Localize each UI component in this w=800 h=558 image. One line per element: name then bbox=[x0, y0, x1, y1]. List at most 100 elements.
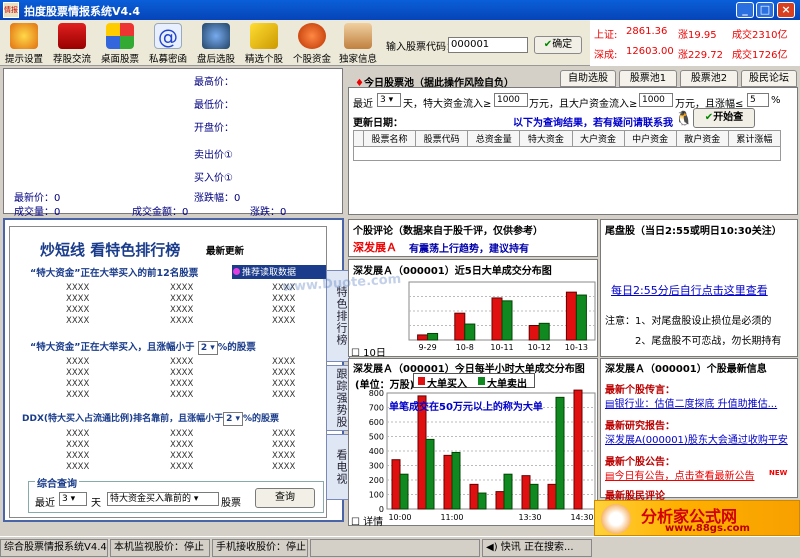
stock-cell[interactable]: XXXX bbox=[170, 429, 193, 439]
stock-cell[interactable]: XXXX bbox=[66, 429, 89, 439]
stock-cell[interactable]: XXXX bbox=[170, 379, 193, 389]
stock-cell[interactable]: XXXX bbox=[272, 462, 295, 472]
stock-cell[interactable]: XXXX bbox=[66, 440, 89, 450]
tail-title: 尾盘股（当日2:55或明日10:30关注） bbox=[605, 226, 782, 237]
private-letter-button[interactable]: @ 私募密函 bbox=[146, 22, 190, 65]
tab-forum[interactable]: 股民论坛 bbox=[741, 70, 797, 87]
stock-cell[interactable]: XXXX bbox=[66, 357, 89, 367]
open-price-label: 开盘价： bbox=[194, 123, 234, 134]
stock-cell[interactable]: XXXX bbox=[170, 316, 193, 326]
stock-cell[interactable]: XXXX bbox=[170, 462, 193, 472]
pool-column-header[interactable]: 特大资金 bbox=[519, 130, 573, 147]
chart2-buy-bar bbox=[573, 389, 583, 510]
query-box: 综合查询 最近 3 ▾ 天 特大资金买入靠前的 ▾ 股票 查询 bbox=[28, 475, 324, 513]
stock-cell[interactable]: XXXX bbox=[272, 451, 295, 461]
pool-value3-input[interactable]: 5 bbox=[747, 93, 769, 107]
select-stock-button[interactable]: 精选个股 bbox=[242, 22, 286, 65]
chart1-sell-bar bbox=[427, 332, 439, 341]
chart2-sell-bar bbox=[425, 438, 435, 510]
qq-icon[interactable]: 🐧 bbox=[675, 111, 692, 127]
latest-price: 最新价：0 bbox=[14, 193, 61, 204]
chart1-10day-checkbox[interactable]: ☐ 10日 bbox=[351, 344, 386, 359]
stock-cell[interactable]: XXXX bbox=[66, 390, 89, 400]
stock-cell[interactable]: XXXX bbox=[170, 390, 193, 400]
pool-column-header[interactable]: 中户资金 bbox=[623, 130, 677, 147]
maximize-icon[interactable]: □ bbox=[756, 2, 774, 18]
stock-cell[interactable]: XXXX bbox=[272, 429, 295, 439]
query-days-select[interactable]: 3 ▾ bbox=[59, 492, 87, 506]
recommend-button[interactable]: 荐股交流 bbox=[50, 22, 94, 65]
tab-pool1[interactable]: 股票池1 bbox=[619, 70, 677, 87]
stock-cell[interactable]: XXXX bbox=[170, 368, 193, 378]
stock-cell[interactable]: XXXX bbox=[170, 440, 193, 450]
chart1-x-tick: 10-8 bbox=[456, 343, 474, 352]
stock-cell[interactable]: XXXX bbox=[272, 379, 295, 389]
pool-column-header[interactable]: 累计涨幅 bbox=[727, 130, 782, 147]
sec2-percent-select[interactable]: 2 ▾ bbox=[197, 340, 218, 355]
tab-pool2[interactable]: 股票池2 bbox=[680, 70, 738, 87]
pool-column-header[interactable]: 散户资金 bbox=[675, 130, 729, 147]
minimize-icon[interactable]: _ bbox=[736, 2, 754, 18]
start-search-button[interactable]: ✔开始查 bbox=[693, 108, 755, 128]
stock-code-input[interactable]: 000001 bbox=[448, 37, 528, 53]
comment-title: 个股评论（数据来自于股千评，仅供参考） bbox=[353, 226, 543, 237]
stock-cell[interactable]: XXXX bbox=[272, 357, 295, 367]
chart1-buy-bar bbox=[565, 291, 577, 341]
tab-self-select[interactable]: 自助选股 bbox=[560, 70, 616, 87]
info-rumor-link[interactable]: ▤银行业：估值二度探底 升值助推估... bbox=[605, 395, 777, 410]
info-report-link[interactable]: 深发展A(000001)股东大会通过收购平安 bbox=[605, 431, 797, 446]
info-title: 深发展Ａ（000001）个股最新信息 bbox=[605, 364, 767, 375]
settings-button[interactable]: 提示设置 bbox=[2, 22, 46, 65]
stock-cell[interactable]: XXXX bbox=[66, 462, 89, 472]
pool-value2-input[interactable]: 1000 bbox=[639, 93, 673, 107]
chart2-buy-bar bbox=[443, 454, 453, 510]
stock-cell[interactable]: XXXX bbox=[170, 294, 193, 304]
stock-cell[interactable]: XXXX bbox=[66, 368, 89, 378]
pool-days-select[interactable]: 3 ▾ bbox=[377, 93, 401, 107]
info-notice-link[interactable]: ▤今日有公告，点击查看最新公告 bbox=[605, 467, 754, 482]
tab-watch-tv[interactable]: 看电视 bbox=[326, 434, 350, 500]
stock-cell[interactable]: XXXX bbox=[272, 440, 295, 450]
tab-track-strong[interactable]: 跟踪强势股 bbox=[326, 365, 350, 431]
desktop-stock-button[interactable]: 桌面股票 bbox=[98, 22, 142, 65]
chart1-buy-bar bbox=[417, 334, 429, 341]
pool-column-header[interactable]: 股票代码 bbox=[415, 130, 469, 147]
stock-cell[interactable]: XXXX bbox=[66, 379, 89, 389]
chart2-sell-bar bbox=[451, 451, 461, 510]
stock-cell[interactable]: XXXX bbox=[272, 294, 295, 304]
stock-cell[interactable]: XXXX bbox=[66, 305, 89, 315]
stock-cell[interactable]: XXXX bbox=[272, 368, 295, 378]
chart2-x-tick: 11:00 bbox=[440, 513, 463, 522]
query-button[interactable]: 查询 bbox=[255, 488, 315, 508]
stock-cell[interactable]: XXXX bbox=[66, 283, 89, 293]
sec3-percent-select[interactable]: 2 ▾ bbox=[223, 411, 244, 426]
stock-cell[interactable]: XXXX bbox=[170, 451, 193, 461]
confirm-button[interactable]: ✔确定 bbox=[534, 36, 582, 54]
stock-cell[interactable]: XXXX bbox=[170, 305, 193, 315]
query-type-select[interactable]: 特大资金买入靠前的 ▾ bbox=[107, 492, 219, 506]
pool-column-header[interactable]: 总资金量 bbox=[467, 130, 521, 147]
stock-cell[interactable]: XXXX bbox=[170, 283, 193, 293]
read-data-badge[interactable]: 推荐读取数据 bbox=[232, 265, 326, 279]
close-icon[interactable]: × bbox=[777, 2, 795, 18]
stock-cell[interactable]: XXXX bbox=[272, 316, 295, 326]
price-diff: 涨跌：0 bbox=[250, 207, 287, 218]
stock-cell[interactable]: XXXX bbox=[66, 451, 89, 461]
chart2-detail-checkbox[interactable]: ☐ 详情 bbox=[351, 513, 383, 528]
pool-value1-input[interactable]: 1000 bbox=[494, 93, 528, 107]
stock-cell[interactable]: XXXX bbox=[66, 294, 89, 304]
stock-fund-button[interactable]: 个股资金 bbox=[290, 22, 334, 65]
comment-text: 有震荡上行趋势，建议持有 bbox=[409, 244, 529, 255]
pool-cond1: 天，特大资金流入≥ bbox=[403, 99, 492, 110]
stock-cell[interactable]: XXXX bbox=[272, 390, 295, 400]
after-market-button[interactable]: 盘后选股 bbox=[194, 22, 238, 65]
pool-column-header[interactable]: 大户资金 bbox=[571, 130, 625, 147]
tail-link[interactable]: 每日2:55分后自行点击这里查看 bbox=[611, 282, 768, 298]
pool-table: 股票名称 股票代码 总资金量 特大资金 大户资金 中户资金 散户资金 累计涨幅 bbox=[353, 130, 782, 161]
stock-cell[interactable]: XXXX bbox=[272, 305, 295, 315]
stock-cell[interactable]: XXXX bbox=[170, 357, 193, 367]
stock-cell[interactable]: XXXX bbox=[66, 316, 89, 326]
pool-column-header[interactable]: 股票名称 bbox=[362, 130, 417, 147]
coin-icon bbox=[298, 23, 326, 49]
exclusive-info-button[interactable]: 独家信息 bbox=[336, 22, 380, 65]
